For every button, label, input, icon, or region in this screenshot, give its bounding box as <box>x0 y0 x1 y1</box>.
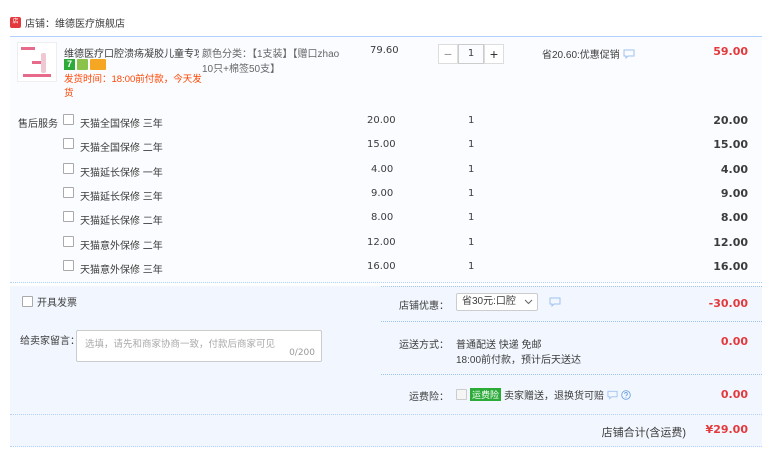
insurance-option: 运费险 卖家赠送，退换货可赔 <box>456 387 631 402</box>
insurance-label: 运费险： <box>409 392 449 403</box>
invoice-option: 开具发票 <box>22 294 77 309</box>
insurance-amount: 0.00 <box>720 388 748 401</box>
shop-total-amount: ¥29.00 <box>705 423 748 436</box>
shop-total-row: 店铺合计(含运费) ¥29.00 <box>10 414 762 447</box>
qty-minus-button[interactable]: − <box>438 44 458 64</box>
chevron-down-icon <box>524 299 533 305</box>
guarantee-icon[interactable] <box>77 59 88 70</box>
item-subtotal: 59.00 <box>713 45 748 58</box>
service-price: 16.00 <box>367 261 396 272</box>
coupon-selected: 省30元:口腔 <box>462 296 516 307</box>
delivery-promo: 发货时间：18:00前付款，今天发货 <box>64 74 202 99</box>
service-name: 天猫延长保修 一年 <box>80 168 163 179</box>
shop-total-label: 店铺合计(含运费) <box>601 427 686 439</box>
service-qty: 1 <box>468 261 475 272</box>
service-qty: 1 <box>468 188 475 199</box>
service-row: 天猫意外保修 二年 12.00 1 12.00 <box>10 235 762 259</box>
service-total: 16.00 <box>713 260 748 273</box>
service-checkbox[interactable] <box>63 114 74 125</box>
qty-plus-button[interactable]: + <box>484 44 504 64</box>
invoice-checkbox[interactable] <box>22 296 33 307</box>
service-checkbox[interactable] <box>63 211 74 222</box>
service-row: 天猫意外保修 三年 16.00 1 16.00 <box>10 259 762 283</box>
product-badges: 7 <box>64 59 106 70</box>
service-name: 天猫延长保修 二年 <box>80 216 163 227</box>
product-thumbnail[interactable] <box>17 42 57 82</box>
sku-line-2: 10只+棉签50支】 <box>202 64 281 75</box>
shop-name-link[interactable]: 维德医疗旗舰店 <box>55 15 125 30</box>
message-placeholder: 选填，请先和商家协商一致，付款后商家可见 <box>85 339 276 350</box>
service-total: 20.00 <box>713 114 748 127</box>
service-total: 9.00 <box>720 187 748 200</box>
service-row: 天猫全国保修 三年 20.00 1 20.00 <box>10 113 762 137</box>
service-name: 天猫意外保修 二年 <box>80 241 163 252</box>
divider <box>381 286 762 287</box>
chat-bubble-icon[interactable] <box>623 49 635 59</box>
invoice-label: 开具发票 <box>37 298 77 309</box>
shipping-amount: 0.00 <box>720 335 748 348</box>
service-name: 天猫全国保修 三年 <box>80 119 163 130</box>
quantity-stepper: − 1 + <box>438 44 504 64</box>
insurance-text: 卖家赠送，退换货可赔 <box>504 391 605 402</box>
service-total: 12.00 <box>713 236 748 249</box>
service-checkbox[interactable] <box>63 236 74 247</box>
divider <box>381 321 762 322</box>
product-image-icon <box>21 47 51 77</box>
service-row: 天猫延长保修 二年 8.00 1 8.00 <box>10 210 762 234</box>
service-price: 15.00 <box>367 139 396 150</box>
service-row: 天猫全国保修 二年 15.00 1 15.00 <box>10 137 762 161</box>
service-price: 20.00 <box>367 115 396 126</box>
service-checkbox[interactable] <box>63 187 74 198</box>
unit-price: 79.60 <box>370 45 399 56</box>
service-price: 4.00 <box>371 164 394 175</box>
discount-text: 省20.60:优惠促销 <box>542 50 620 61</box>
shop-label: 店铺： <box>25 18 55 30</box>
service-price: 8.00 <box>371 212 394 223</box>
shipping-eta: 18:00前付款，预计后天送达 <box>456 355 582 366</box>
sku-line-1: 颜色分类：【1支装】【赠口zhao <box>202 49 340 60</box>
product-title-link[interactable]: 维德医疗口腔溃疡凝胶儿童专攻... <box>64 45 199 60</box>
shipping-label: 运送方式： <box>399 340 449 351</box>
qty-input[interactable]: 1 <box>458 44 484 64</box>
service-row: 天猫延长保修 一年 4.00 1 4.00 <box>10 162 762 186</box>
service-price: 12.00 <box>367 237 396 248</box>
order-item-box: 维德医疗口腔溃疡凝胶儿童专攻... 7 发货时间：18:00前付款，今天发货 颜… <box>10 36 762 283</box>
service-price: 9.00 <box>371 188 394 199</box>
service-qty: 1 <box>468 115 475 126</box>
service-total: 4.00 <box>720 163 748 176</box>
message-textarea[interactable]: 选填，请先和商家协商一致，付款后商家可见 0/200 <box>76 330 322 362</box>
insurance-tag: 运费险 <box>470 388 502 401</box>
coupon-label: 店铺优惠： <box>399 301 449 312</box>
service-qty: 1 <box>468 212 475 223</box>
order-options-box: 开具发票 给卖家留言： 选填，请先和商家协商一致，付款后商家可见 0/200 店… <box>10 286 762 447</box>
discount-info: 省20.60:优惠促销 <box>542 46 635 61</box>
order-summary-panel: 店铺优惠： 省30元:口腔 -30.00 运送方式： 普通配送 快递 免邮 18… <box>381 286 762 414</box>
insurance-checkbox[interactable] <box>456 389 467 400</box>
service-total: 15.00 <box>713 138 748 151</box>
service-checkbox[interactable] <box>63 138 74 149</box>
service-total: 8.00 <box>720 211 748 224</box>
divider <box>381 374 762 375</box>
chat-bubble-icon[interactable] <box>607 390 618 400</box>
service-name: 天猫全国保修 二年 <box>80 143 163 154</box>
service-qty: 1 <box>468 164 475 175</box>
shop-icon: 店 <box>10 16 21 28</box>
shipping-method: 普通配送 快递 免邮 <box>456 340 542 351</box>
service-checkbox[interactable] <box>63 260 74 271</box>
message-label: 给卖家留言： <box>20 336 80 347</box>
credit-card-icon[interactable] <box>90 59 106 70</box>
chat-bubble-icon[interactable] <box>549 297 561 307</box>
message-counter: 0/200 <box>289 348 315 358</box>
coupon-amount: -30.00 <box>708 297 748 310</box>
service-row: 天猫延长保修 三年 9.00 1 9.00 <box>10 186 762 210</box>
coupon-select[interactable]: 省30元:口腔 <box>456 293 538 311</box>
help-icon[interactable] <box>621 389 631 400</box>
service-name: 天猫延长保修 三年 <box>80 192 163 203</box>
seven-day-return-icon[interactable]: 7 <box>64 59 75 70</box>
service-name: 天猫意外保修 三年 <box>80 265 163 276</box>
service-qty: 1 <box>468 139 475 150</box>
service-checkbox[interactable] <box>63 163 74 174</box>
shop-header: 店 店铺： 维德医疗旗舰店 <box>10 14 125 30</box>
service-qty: 1 <box>468 237 475 248</box>
